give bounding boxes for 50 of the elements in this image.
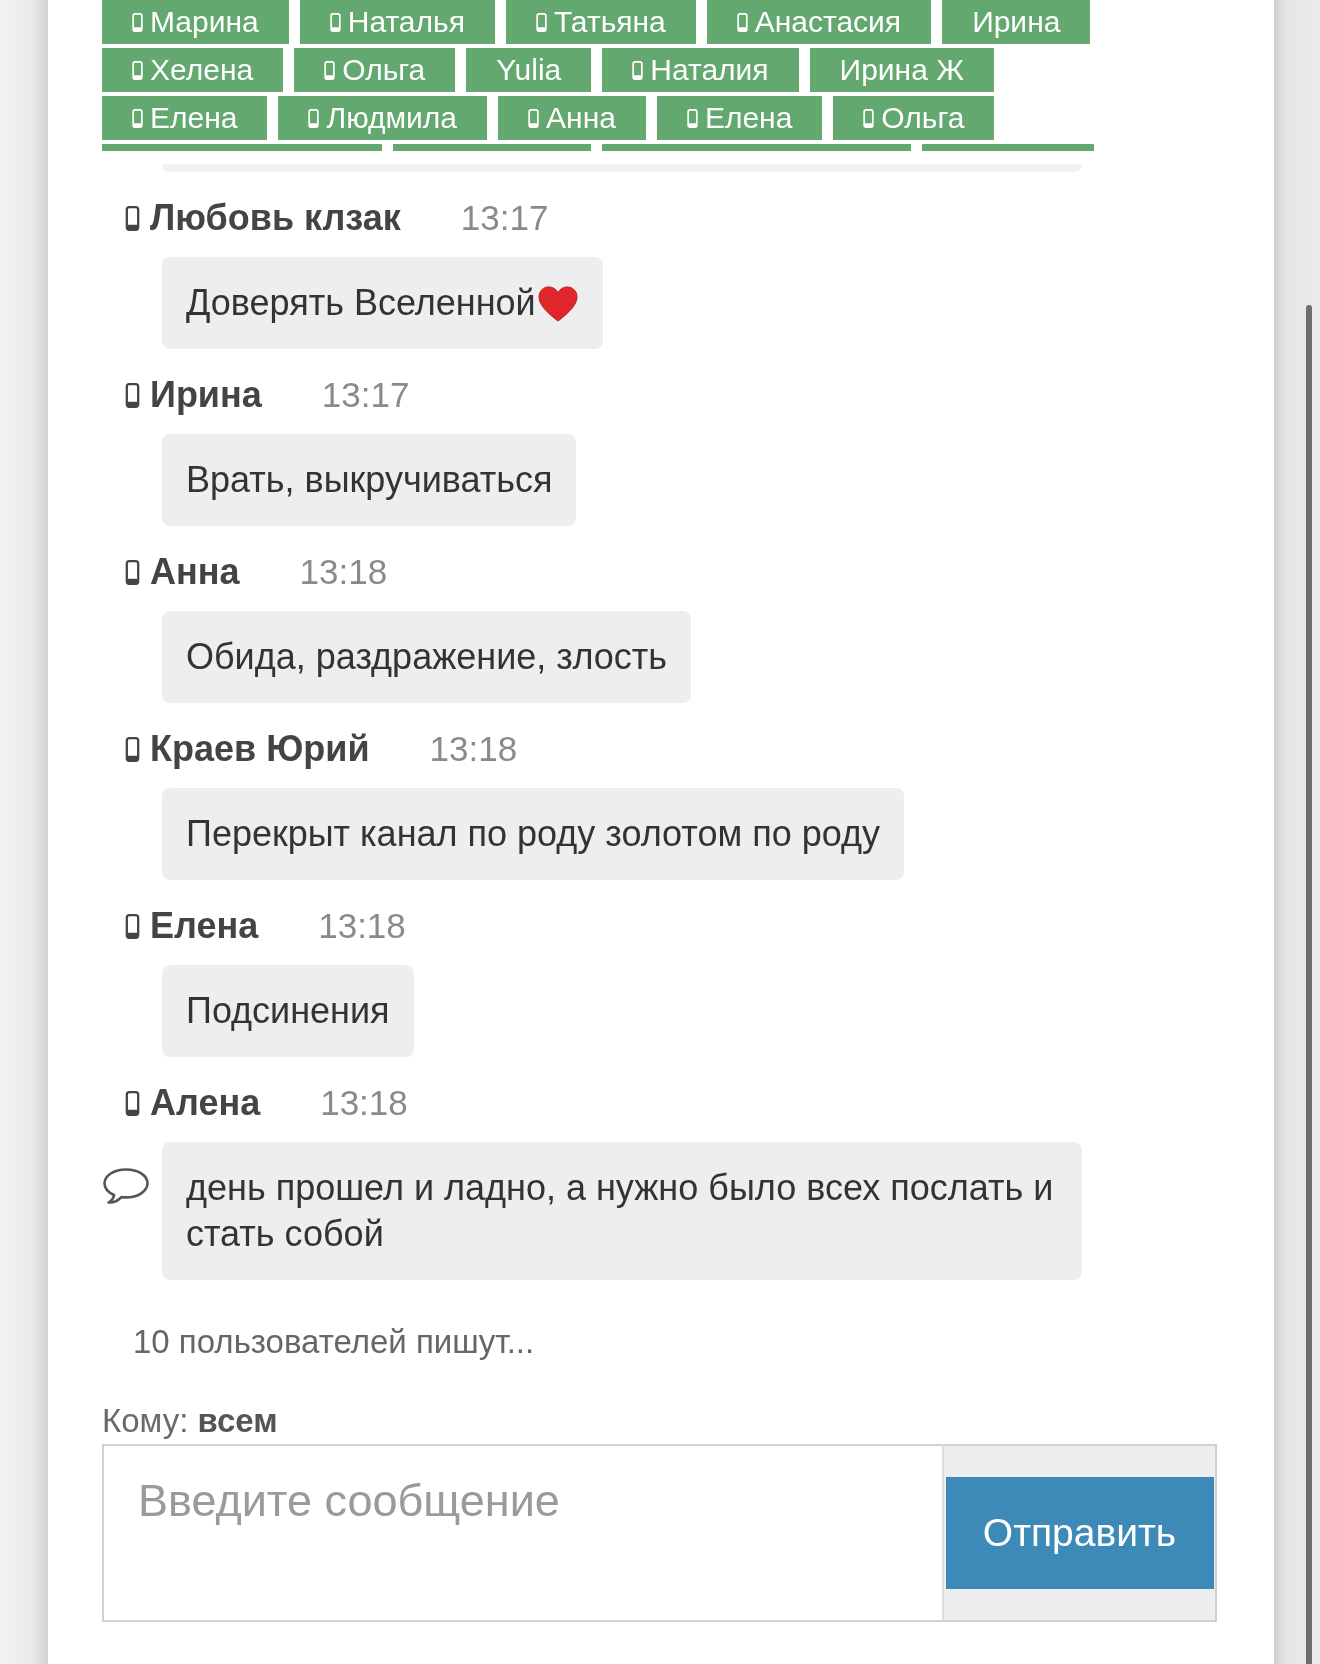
user-tag[interactable]: Елена: [102, 96, 268, 140]
user-tag[interactable]: Yulia: [466, 48, 592, 92]
message-time: 13:18: [318, 906, 406, 946]
user-tag[interactable]: Хелена: [102, 48, 284, 92]
message-text: Доверять Вселенной: [186, 282, 536, 323]
user-tag[interactable]: Анастасия: [706, 0, 932, 44]
author-name: Любовь клзак: [150, 197, 401, 239]
phone-icon: [329, 12, 341, 32]
message-text: Перекрыт канал по роду золотом по роду: [186, 813, 880, 854]
message-text: день прошел и ладно, а нужно было всех послать и стать собой: [186, 1167, 1054, 1254]
user-tag[interactable]: Наталья: [299, 0, 495, 44]
phone-icon: [132, 60, 143, 80]
user-tag[interactable]: Наталия: [602, 48, 799, 92]
user-tag[interactable]: Людмила: [278, 96, 488, 140]
phone-icon: [308, 108, 320, 128]
message-input[interactable]: Введите сообщение: [102, 1444, 942, 1622]
user-tag[interactable]: Татьяна: [505, 0, 696, 44]
message-time: 13:18: [299, 552, 388, 592]
message-text: Врать, выкручиваться: [186, 459, 553, 500]
phone-icon: [132, 108, 143, 128]
user-tag[interactable]: Ольга: [294, 48, 456, 92]
user-tag[interactable]: Ирина Ж: [809, 48, 994, 92]
author-name: Алена: [150, 1082, 261, 1124]
user-tag[interactable]: Ольга: [833, 96, 995, 140]
phone-icon: [736, 12, 748, 32]
message-time: 13:17: [460, 198, 549, 238]
user-tag[interactable]: Елена: [656, 96, 823, 140]
user-tag[interactable]: Ирина: [942, 0, 1091, 44]
send-button[interactable]: Отправить: [945, 1477, 1214, 1589]
phone-icon: [535, 12, 547, 32]
message-time: 13:18: [320, 1083, 408, 1123]
author-name: Елена: [150, 905, 259, 947]
phone-icon: [132, 12, 143, 32]
author-name: Краев Юрий: [150, 728, 370, 770]
phone-icon: [686, 108, 698, 128]
message-text: Обида, раздражение, злость: [186, 636, 668, 677]
typing-indicator: 10 пользователей пишут...: [133, 1322, 535, 1362]
user-tag[interactable]: Марина: [102, 0, 289, 44]
phone-icon: [528, 108, 540, 128]
phone-icon: [863, 108, 875, 128]
phone-icon: [324, 60, 336, 80]
recipient-label: Кому: всем: [102, 1402, 278, 1440]
message-time: 13:17: [321, 375, 410, 415]
message-text: Подсинения: [186, 990, 390, 1031]
message-time: 13:18: [429, 729, 518, 769]
author-name: Анна: [150, 551, 240, 593]
phone-icon: [632, 60, 644, 80]
user-tag[interactable]: Анна: [498, 96, 646, 140]
scrollbar-thumb[interactable]: [1306, 305, 1312, 1664]
author-name: Ирина: [150, 374, 262, 416]
